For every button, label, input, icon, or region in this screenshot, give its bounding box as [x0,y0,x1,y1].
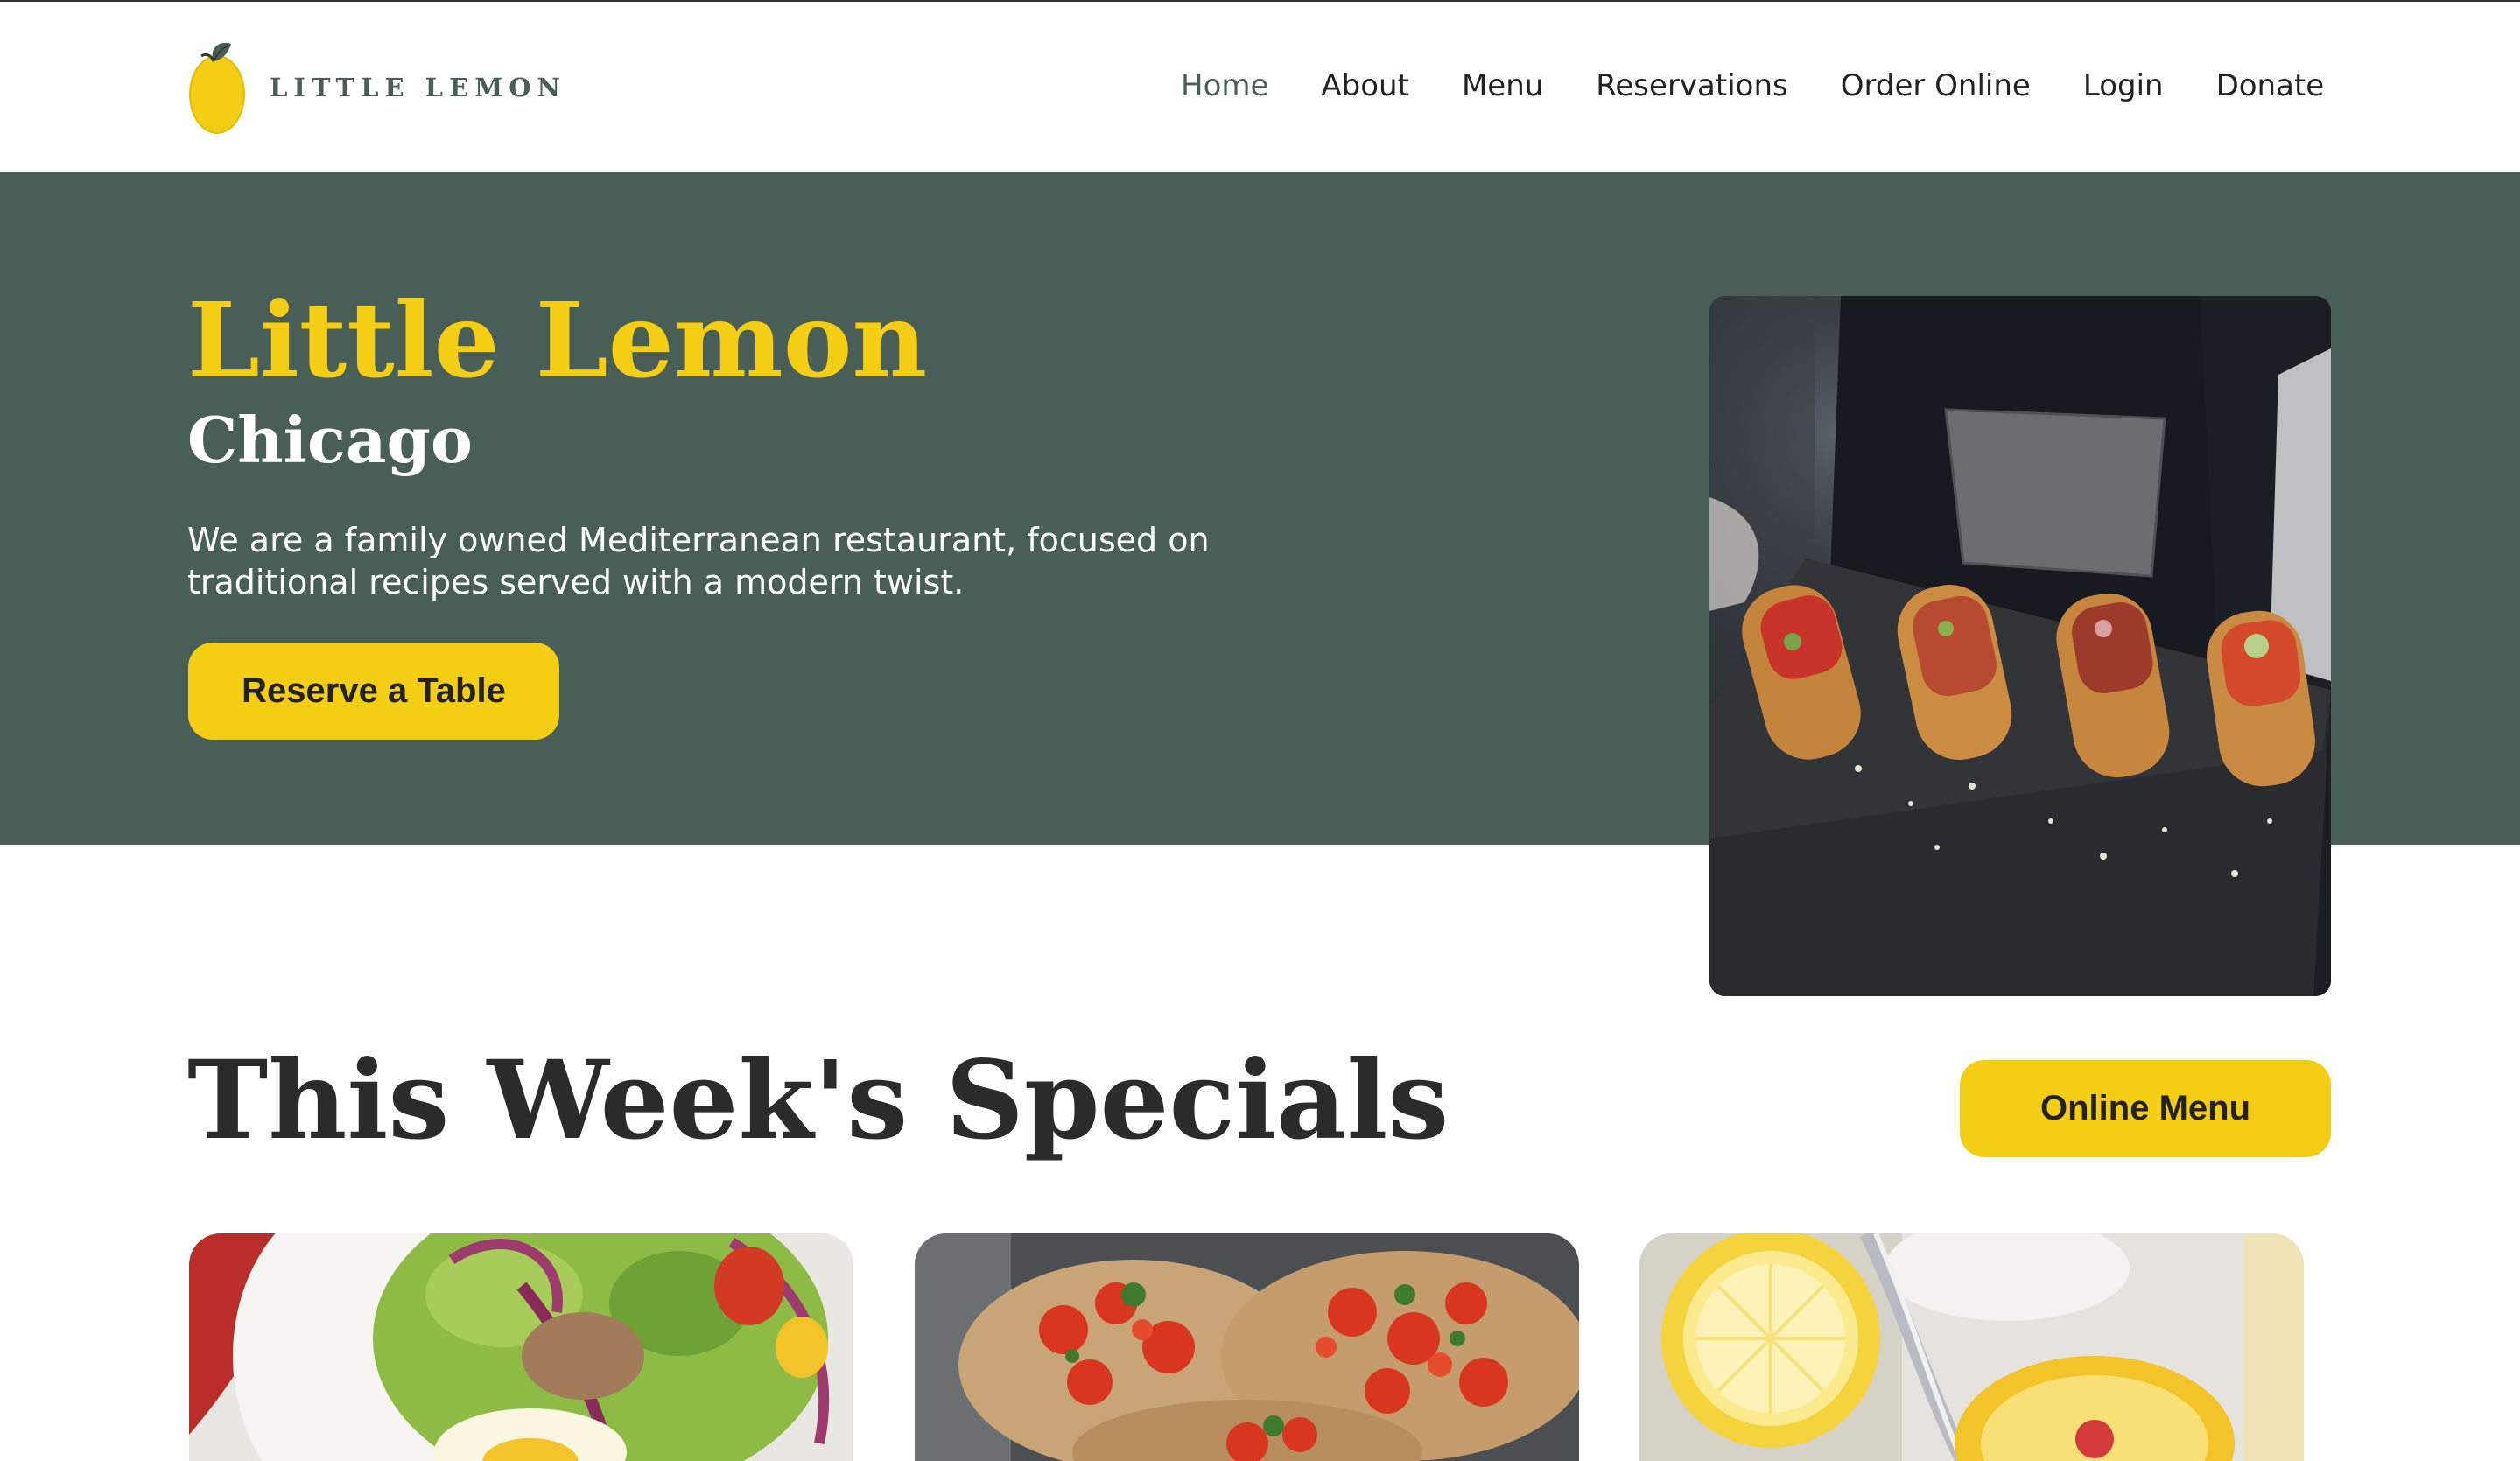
nav-about[interactable]: About [1321,68,1409,103]
bruschetta-image [915,1233,1579,1461]
main-nav: Home About Menu Reservations Order Onlin… [1181,68,2324,103]
nav-donate[interactable]: Donate [2216,68,2325,103]
online-menu-button[interactable]: Online Menu [1960,1060,2331,1157]
specials-cards [0,1233,2520,1461]
hero-image [1709,296,2331,996]
lemon-dessert-image [1639,1233,2304,1461]
specials-title: This Week's Specials [187,1037,1450,1164]
reserve-table-button[interactable]: Reserve a Table [188,643,559,740]
site-header: LITTLE LEMON Home About Menu Reservation… [0,2,2520,172]
nav-menu[interactable]: Menu [1462,68,1543,103]
brand-name: LITTLE LEMON [270,73,567,102]
special-card-lemon-dessert[interactable] [1639,1233,2304,1461]
lemon-icon [187,39,250,137]
nav-login[interactable]: Login [2083,68,2164,103]
greek-salad-image [189,1233,853,1461]
nav-order-online[interactable]: Order Online [1841,68,2031,103]
brand-logo[interactable]: LITTLE LEMON [187,39,566,137]
nav-reservations[interactable]: Reservations [1596,68,1787,103]
hero-subtitle: Chicago [187,403,473,477]
hero-description: We are a family owned Mediterranean rest… [187,521,1210,601]
hero-title: Little Lemon [187,279,928,401]
special-card-bruschetta[interactable] [915,1233,1579,1461]
nav-home[interactable]: Home [1181,68,1268,103]
special-card-greek-salad[interactable] [189,1233,853,1461]
